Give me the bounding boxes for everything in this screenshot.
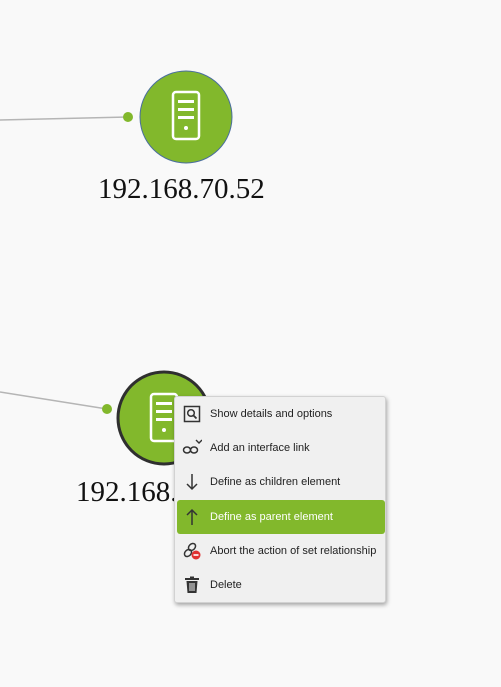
node-label: 192.168.70.52 <box>98 173 265 205</box>
menu-item-label: Show details and options <box>210 408 333 420</box>
menu-item-delete[interactable]: Delete <box>177 568 385 602</box>
edge-link[interactable] <box>0 116 129 121</box>
menu-item-label: Delete <box>210 579 242 591</box>
edge-endpoint <box>123 112 133 122</box>
menu-item-label: Add an interface link <box>210 442 310 454</box>
magnifier-icon <box>181 403 203 425</box>
menu-item-label: Define as parent element <box>210 511 333 523</box>
server-node[interactable] <box>139 70 233 164</box>
edge-link[interactable] <box>0 391 108 410</box>
context-menu: Show details and options Add an interfac… <box>174 396 386 603</box>
menu-item-define-children[interactable]: Define as children element <box>177 465 385 499</box>
menu-item-abort-relationship[interactable]: Abort the action of set relationship <box>177 534 385 568</box>
arrow-up-icon <box>181 506 203 528</box>
link-add-icon <box>181 437 203 459</box>
trash-icon <box>181 574 203 596</box>
menu-item-define-parent[interactable]: Define as parent element <box>177 500 385 534</box>
link-abort-icon <box>181 540 203 562</box>
edge-endpoint <box>102 404 112 414</box>
menu-item-label: Define as children element <box>210 476 341 488</box>
menu-item-add-interface-link[interactable]: Add an interface link <box>177 431 385 465</box>
menu-item-label: Abort the action of set relationship <box>210 545 377 557</box>
menu-item-show-details[interactable]: Show details and options <box>177 397 385 431</box>
arrow-down-icon <box>181 471 203 493</box>
